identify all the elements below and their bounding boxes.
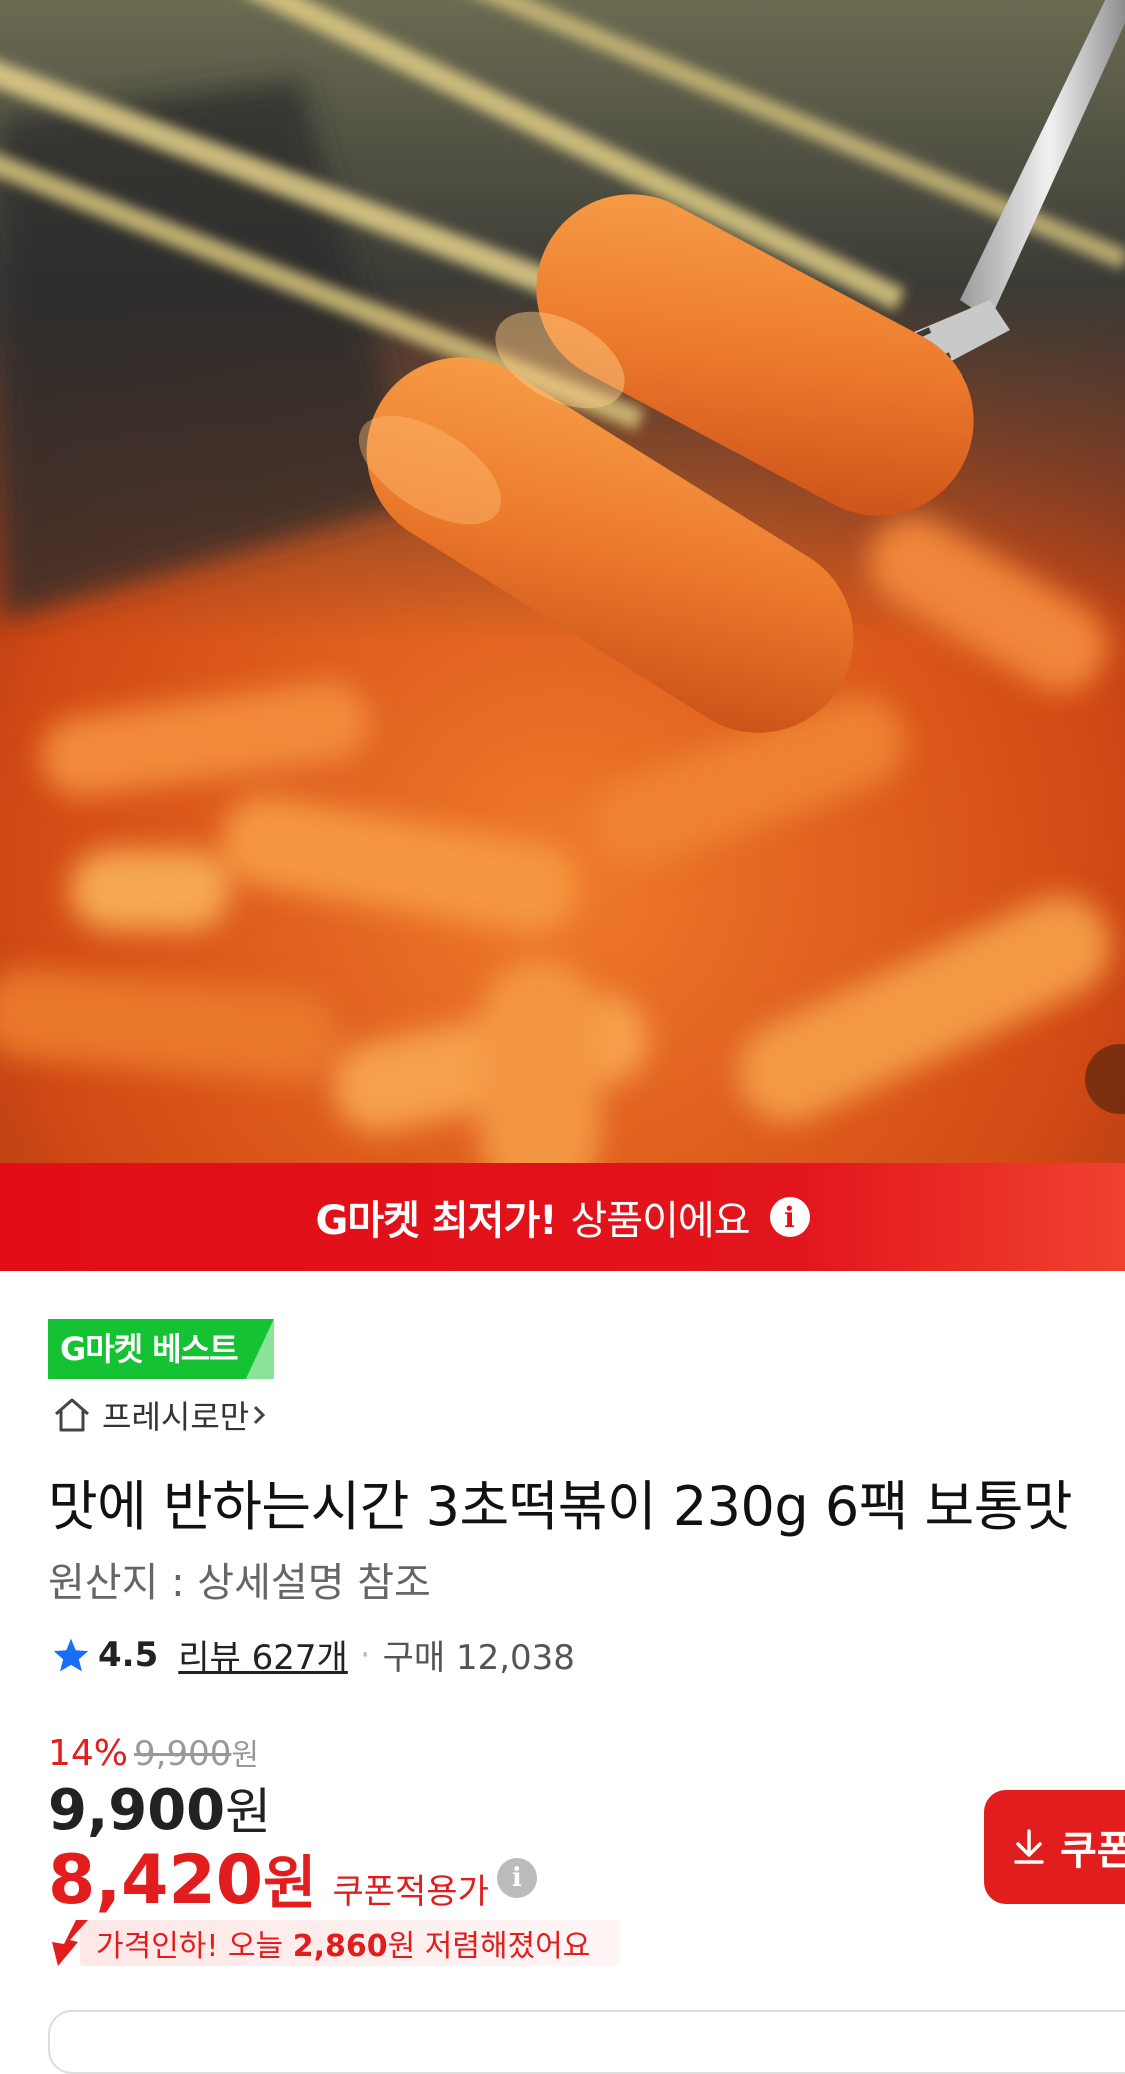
product-title: 맛에 반하는시간 3초떡볶이 230g 6팩 보통맛 bbox=[48, 1475, 1073, 1538]
coupon-price-row: 8,420 원 쿠폰적용가 i bbox=[48, 1836, 537, 1920]
best-badge-label: G마켓 베스트 bbox=[48, 1319, 246, 1379]
option-select-box[interactable] bbox=[48, 2010, 1125, 2074]
original-price-unit: 원 bbox=[231, 1738, 259, 1773]
shop-name: 프레시로만 bbox=[102, 1398, 250, 1436]
original-price: 9,900 bbox=[134, 1734, 232, 1774]
product-origin: 원산지 : 상세설명 참조 bbox=[48, 1560, 431, 1606]
banner-strong-text: G마켓 최저가! bbox=[315, 1198, 558, 1244]
review-count-link[interactable]: 리뷰 627개 bbox=[178, 1630, 348, 1679]
price-drop-prefix: 가격인하! 오늘 bbox=[96, 1929, 293, 1964]
download-icon bbox=[1014, 1829, 1044, 1864]
discount-row: 14% 9,900 원 bbox=[48, 1730, 259, 1774]
price-drop-text: 가격인하! 오늘 2,860원 저렴해졌어요 bbox=[96, 1921, 590, 1965]
separator: · bbox=[359, 1634, 371, 1675]
coupon-price-value: 8,420 bbox=[48, 1841, 264, 1920]
purchase-count: 구매 12,038 bbox=[382, 1638, 575, 1678]
coupon-download-button[interactable]: 쿠폰 bbox=[984, 1790, 1125, 1904]
banner-text: 상품이에요 bbox=[570, 1198, 751, 1244]
discount-percent: 14% bbox=[48, 1733, 129, 1774]
price-drop-suffix: 원 저렴해졌어요 bbox=[387, 1929, 591, 1964]
chevron-right-icon bbox=[254, 1405, 266, 1425]
badge-flag-accent bbox=[245, 1319, 274, 1379]
star-icon bbox=[53, 1638, 89, 1671]
price-drop-amount: 2,860 bbox=[292, 1929, 388, 1964]
info-icon[interactable]: i bbox=[496, 1858, 537, 1898]
best-badge: G마켓 베스트 bbox=[48, 1319, 274, 1379]
current-price-value: 9,900 bbox=[48, 1778, 226, 1843]
coupon-price-unit: 원 bbox=[263, 1849, 317, 1917]
coupon-price-label: 쿠폰적용가 bbox=[332, 1872, 489, 1912]
rating-row: 4.5 리뷰 627개 · 구매 12,038 bbox=[52, 1630, 575, 1679]
current-price: 9,900원 bbox=[48, 1772, 271, 1844]
rating-score: 4.5 bbox=[98, 1634, 159, 1675]
home-icon bbox=[55, 1398, 89, 1432]
current-price-unit: 원 bbox=[225, 1783, 272, 1841]
coupon-button-label: 쿠폰 bbox=[1060, 1828, 1125, 1874]
price-drop-notice: 가격인하! 오늘 2,860원 저렴해졌어요 bbox=[50, 1918, 620, 1968]
product-image[interactable] bbox=[0, 0, 1125, 1163]
product-photo bbox=[0, 0, 1125, 1163]
price-down-arrow-icon bbox=[52, 1920, 88, 1966]
lowest-price-banner: G마켓 최저가! 상품이에요 i bbox=[0, 1163, 1125, 1271]
shop-link[interactable]: 프레시로만 bbox=[52, 1392, 281, 1438]
info-icon[interactable]: i bbox=[769, 1197, 810, 1237]
